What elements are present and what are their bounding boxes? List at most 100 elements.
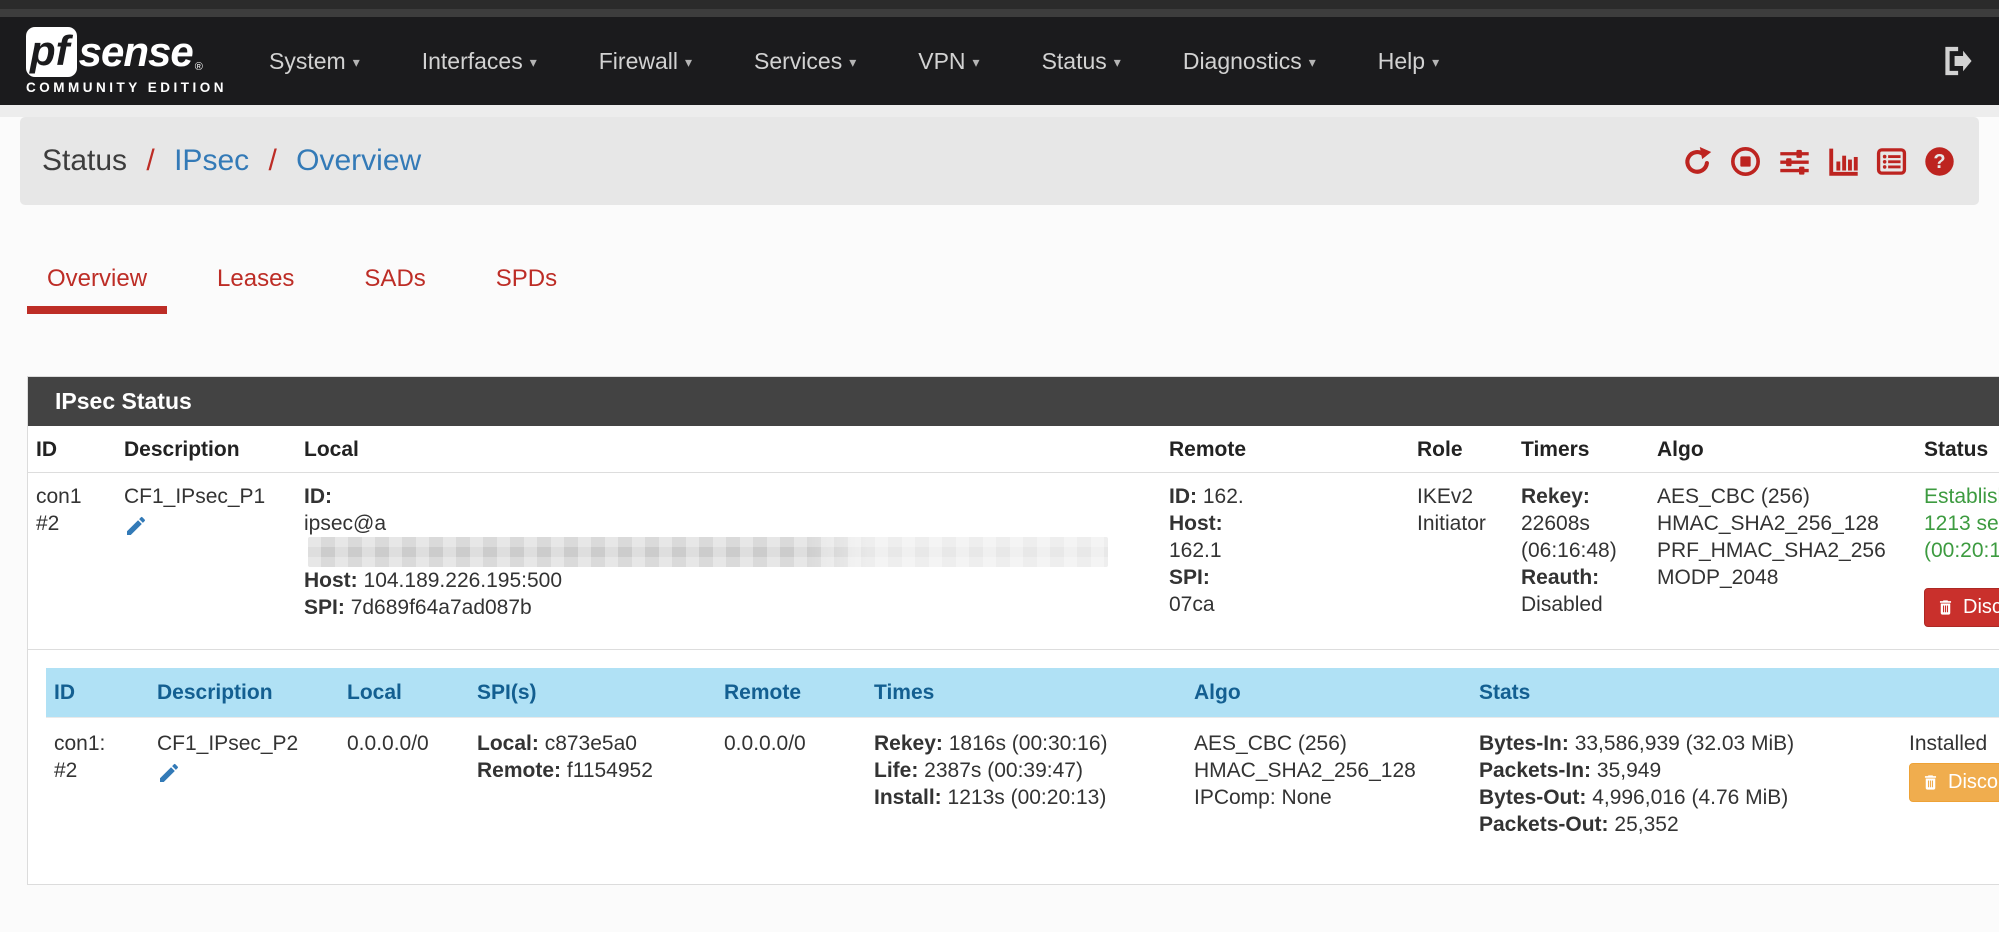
- logo-sense-text: sense: [79, 28, 193, 76]
- col-header-remote: Remote: [1161, 426, 1409, 473]
- help-icon: ?: [1924, 146, 1955, 177]
- col-header-timers: Timers: [1513, 426, 1649, 473]
- cell-times: Rekey: 1816s (00:30:16) Life: 2387s (00:…: [866, 718, 1186, 853]
- cell-local: ID: ipsec@a Host: 104.189.226.195:500 SP…: [296, 473, 1161, 650]
- col-header-description: Description: [149, 668, 339, 718]
- cell-description: CF1_IPsec_P2: [149, 718, 339, 853]
- ipsec-tabs: Overview Leases SADs SPDs: [27, 249, 1999, 314]
- logout-button[interactable]: [1939, 44, 1973, 78]
- cell-id: con1: #2: [46, 718, 149, 853]
- cell-timers: Rekey: 22608s (06:16:48) Reauth: Disable…: [1513, 473, 1649, 650]
- breadcrumb-bar: Status / IPsec / Overview: [20, 117, 1979, 205]
- breadcrumb: Status / IPsec / Overview: [42, 144, 421, 178]
- breadcrumb-ipsec-link[interactable]: IPsec: [174, 144, 249, 177]
- col-header-role: Role: [1409, 426, 1513, 473]
- col-header-blank: [1901, 668, 1999, 718]
- col-header-local: Local: [339, 668, 469, 718]
- log-view-button[interactable]: [1876, 146, 1907, 177]
- pencil-icon: [124, 514, 148, 538]
- col-header-times: Times: [866, 668, 1186, 718]
- disconnect-p2-button[interactable]: Disconnect: [1909, 763, 1999, 802]
- table-row: con1: #2 CF1_IPsec_P2: [46, 718, 1999, 853]
- bar-chart-icon: [1828, 146, 1859, 177]
- list-icon: [1876, 146, 1907, 177]
- cell-role: IKEv2 Initiator: [1409, 473, 1513, 650]
- table-row: con1 #2 CF1_IPsec_P1 ID: ipsec@a: [28, 473, 1999, 650]
- ipsec-p2-table: ID Description Local SPI(s) Remote Times…: [46, 668, 1999, 852]
- tab-spds[interactable]: SPDs: [476, 249, 577, 314]
- cell-description: CF1_IPsec_P1: [116, 473, 296, 650]
- page-content: Status / IPsec / Overview: [0, 117, 1999, 932]
- tab-overview[interactable]: Overview: [27, 249, 167, 314]
- cell-status: Installed Disconnect: [1901, 718, 1999, 853]
- cell-remote: 0.0.0.0/0: [716, 718, 866, 853]
- top-strip: [0, 0, 1999, 9]
- col-header-stats: Stats: [1471, 668, 1901, 718]
- svg-text:?: ?: [1933, 151, 1945, 173]
- col-header-id: ID: [28, 426, 116, 473]
- cell-stats: Bytes-In: 33,586,939 (32.03 MiB) Packets…: [1471, 718, 1901, 853]
- nav-item-system[interactable]: System▾: [269, 48, 360, 75]
- refresh-icon: [1682, 146, 1713, 177]
- nav-item-status[interactable]: Status▾: [1042, 48, 1121, 75]
- chevron-down-icon: ▾: [530, 54, 537, 70]
- cell-status: Established 1213 seconds (00:20:13) Disc…: [1916, 473, 1999, 650]
- breadcrumb-separator: /: [146, 144, 154, 177]
- cell-local: 0.0.0.0/0: [339, 718, 469, 853]
- breadcrumb-overview-link[interactable]: Overview: [296, 144, 421, 177]
- edit-p2-button[interactable]: [157, 761, 181, 785]
- col-header-algo: Algo: [1186, 668, 1471, 718]
- col-header-id: ID: [46, 668, 149, 718]
- disconnect-p1-button[interactable]: Disconnect: [1924, 588, 1999, 627]
- nav-item-interfaces[interactable]: Interfaces▾: [422, 48, 537, 75]
- tab-leases[interactable]: Leases: [197, 249, 314, 314]
- graph-button[interactable]: [1828, 146, 1859, 177]
- top-accent-strip: [0, 9, 1999, 17]
- cell-id: con1 #2: [28, 473, 116, 650]
- breadcrumb-separator: /: [268, 144, 276, 177]
- col-header-description: Description: [116, 426, 296, 473]
- child-entries-row: ID Description Local SPI(s) Remote Times…: [28, 650, 1999, 885]
- refresh-button[interactable]: [1682, 146, 1713, 177]
- ipsec-status-panel: IPsec Status ID Description Local Remote…: [27, 376, 1999, 885]
- nav-item-vpn[interactable]: VPN▾: [918, 48, 979, 75]
- chevron-down-icon: ▾: [685, 54, 692, 70]
- logo-registered-mark: ®: [195, 61, 203, 73]
- sign-out-icon: [1939, 44, 1973, 78]
- trash-icon: [1921, 773, 1940, 792]
- chevron-down-icon: ▾: [1114, 54, 1121, 70]
- edit-p1-button[interactable]: [124, 514, 148, 538]
- col-header-spis: SPI(s): [469, 668, 716, 718]
- help-button[interactable]: ?: [1924, 146, 1955, 177]
- nav-item-services[interactable]: Services▾: [754, 48, 856, 75]
- tab-sads[interactable]: SADs: [344, 249, 445, 314]
- col-header-local: Local: [296, 426, 1161, 473]
- pfsense-logo[interactable]: pf sense ® COMMUNITY EDITION: [26, 27, 227, 95]
- redacted-blur: [308, 537, 1108, 567]
- nav-item-firewall[interactable]: Firewall▾: [599, 48, 692, 75]
- chevron-down-icon: ▾: [849, 54, 856, 70]
- stop-icon: [1730, 146, 1761, 177]
- logo-pf-box: pf: [26, 27, 77, 77]
- page-action-icons: ?: [1682, 146, 1955, 177]
- filter-button[interactable]: [1778, 146, 1811, 177]
- nav-item-diagnostics[interactable]: Diagnostics▾: [1183, 48, 1316, 75]
- main-navbar: pf sense ® COMMUNITY EDITION System▾ Int…: [0, 17, 1999, 105]
- chevron-down-icon: ▾: [353, 54, 360, 70]
- col-header-status: Status: [1916, 426, 1999, 473]
- breadcrumb-status: Status: [42, 144, 127, 177]
- table-header-row: ID Description Local Remote Role Timers …: [28, 426, 1999, 473]
- chevron-down-icon: ▾: [973, 54, 980, 70]
- status-installed: Installed: [1909, 730, 1999, 757]
- cell-remote: ID: 162. Host: 162.1 SPI: 07ca: [1161, 473, 1409, 650]
- chevron-down-icon: ▾: [1309, 54, 1316, 70]
- col-header-remote: Remote: [716, 668, 866, 718]
- cell-algo: AES_CBC (256) HMAC_SHA2_256_128 IPComp: …: [1186, 718, 1471, 853]
- pencil-icon: [157, 761, 181, 785]
- nav-menu: System▾ Interfaces▾ Firewall▾ Services▾ …: [269, 48, 1439, 75]
- ipsec-status-table: ID Description Local Remote Role Timers …: [28, 426, 1999, 884]
- stop-button[interactable]: [1730, 146, 1761, 177]
- nav-item-help[interactable]: Help▾: [1378, 48, 1439, 75]
- cell-spis: Local: c873e5a0 Remote: f1154952: [469, 718, 716, 853]
- status-established: Established: [1924, 483, 1999, 510]
